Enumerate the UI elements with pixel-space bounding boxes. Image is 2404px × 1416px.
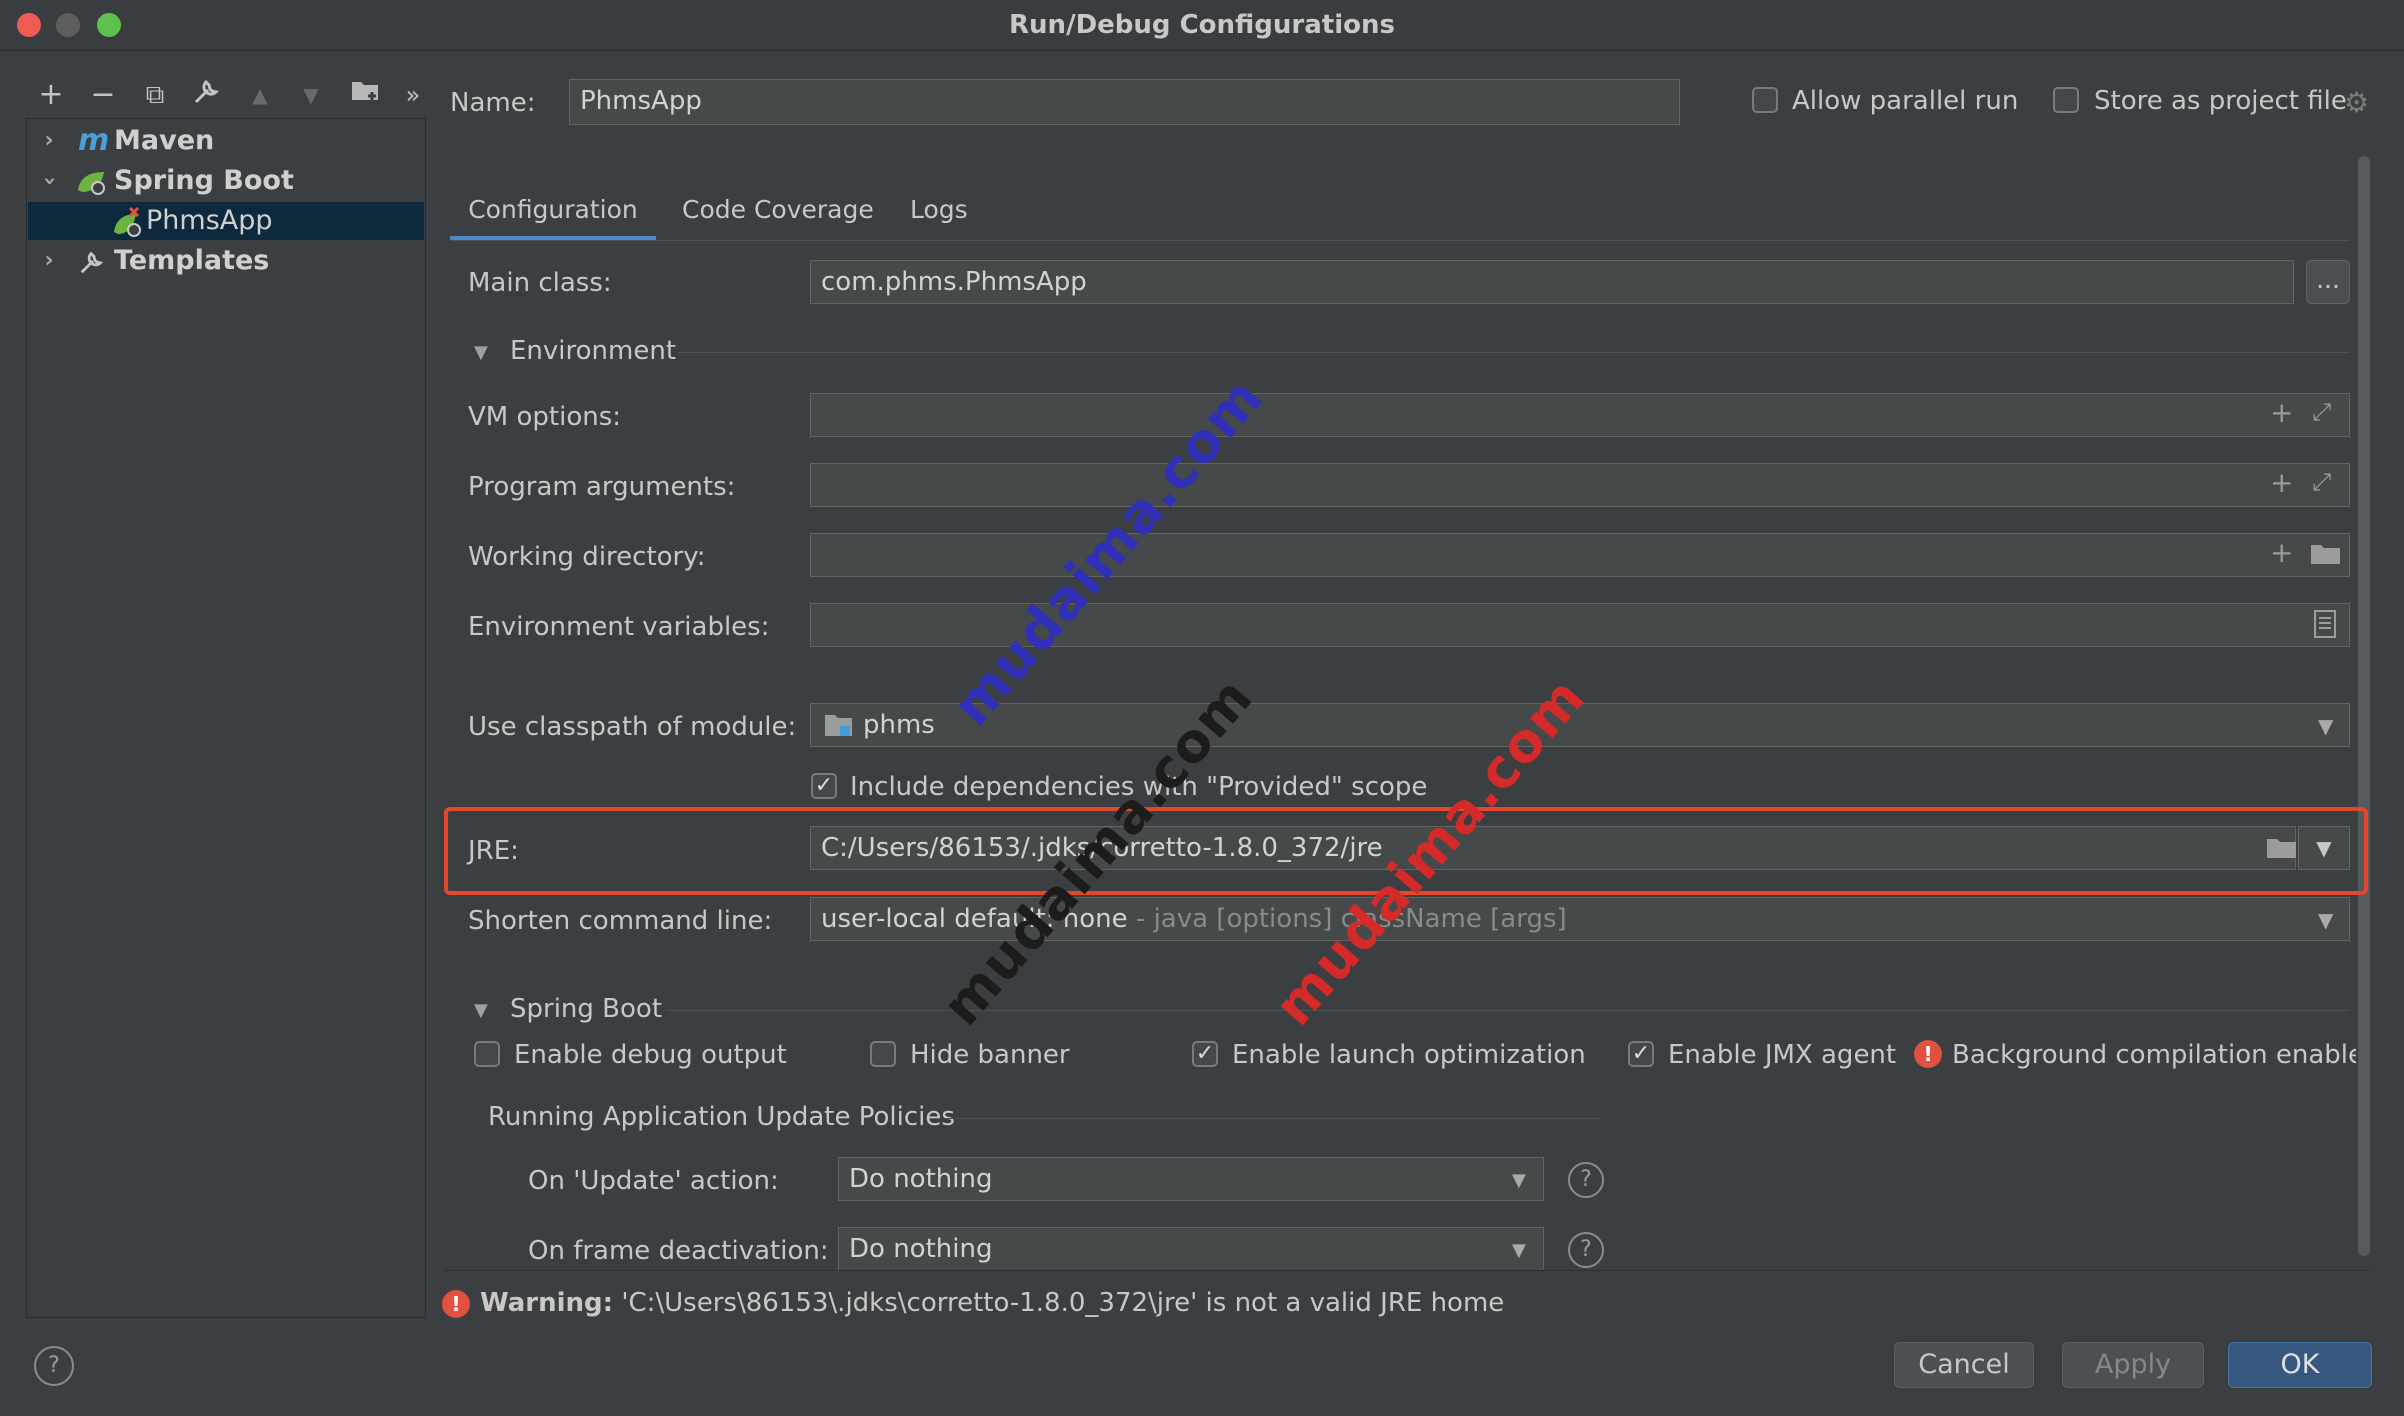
browse-main-class-button[interactable]: ... — [2306, 260, 2350, 304]
error-icon: ! — [1914, 1040, 1942, 1068]
expand-icon[interactable]: ⤢ — [2312, 398, 2331, 426]
include-dependencies-checkbox[interactable]: ✓ — [811, 773, 837, 799]
scrollbar[interactable] — [2358, 156, 2370, 1256]
classpath-module-label: Use classpath of module: — [468, 712, 797, 742]
tab-configuration[interactable]: Configuration — [450, 190, 656, 240]
update-policies-title: Running Application Update Policies — [488, 1102, 955, 1132]
chevron-right-icon: › — [44, 248, 54, 273]
title-bar: Run/Debug Configurations — [0, 0, 2404, 51]
debug-output-label: Enable debug output — [514, 1040, 787, 1070]
jmx-agent-label: Enable JMX agent — [1668, 1040, 1897, 1070]
tab-logs[interactable]: Logs — [910, 190, 968, 236]
window-title: Run/Debug Configurations — [1009, 10, 1395, 40]
tree-item-phmsapp[interactable]: PhmsApp — [28, 202, 424, 240]
launch-optimization-label: Enable launch optimization — [1232, 1040, 1586, 1070]
tree-item-label: Templates — [114, 245, 270, 276]
tree-item-spring-boot[interactable]: › Spring Boot — [37, 162, 418, 200]
cancel-button[interactable]: Cancel — [1894, 1342, 2034, 1388]
program-arguments-input[interactable] — [810, 463, 2350, 507]
working-directory-label: Working directory: — [468, 542, 706, 572]
update-action-label: On 'Update' action: — [528, 1166, 779, 1196]
store-project-label: Store as project file — [2094, 86, 2347, 116]
frame-deactivation-select[interactable]: Do nothing — [838, 1227, 1544, 1271]
bottom-divider — [444, 1270, 2370, 1271]
edit-defaults-icon[interactable] — [188, 76, 226, 114]
program-arguments-label: Program arguments: — [468, 472, 736, 502]
spring-boot-divider — [666, 1010, 2350, 1011]
chevron-down-icon[interactable]: ▼ — [1512, 1170, 1526, 1191]
launch-optimization-checkbox[interactable]: ✓ — [1192, 1041, 1218, 1067]
add-icon[interactable]: + — [32, 76, 70, 114]
jre-input[interactable]: C:/Users/86153/.jdks/corretto-1.8.0_372/… — [810, 826, 2296, 870]
tab-code-coverage[interactable]: Code Coverage — [682, 190, 874, 236]
collapse-triangle-icon[interactable]: ▼ — [474, 1000, 488, 1021]
more-icon[interactable]: » — [394, 76, 432, 114]
chevron-down-icon[interactable]: ▼ — [2318, 908, 2333, 932]
remove-icon[interactable]: − — [84, 76, 122, 114]
add-icon[interactable]: + — [2270, 396, 2293, 429]
tree-item-label: PhmsApp — [146, 205, 273, 236]
warning-bold: Warning: — [480, 1288, 614, 1318]
gear-icon[interactable]: ⚙ — [2344, 86, 2369, 119]
policies-divider — [946, 1118, 1600, 1119]
help-icon[interactable]: ? — [1568, 1162, 1604, 1198]
tree-item-label: Maven — [114, 125, 215, 156]
jmx-agent-checkbox[interactable]: ✓ — [1628, 1041, 1654, 1067]
jre-label: JRE: — [468, 836, 519, 866]
configuration-tree — [26, 118, 426, 1318]
vm-options-label: VM options: — [468, 402, 622, 432]
warning-icon: ! — [442, 1290, 470, 1318]
environment-divider — [678, 352, 2350, 353]
tree-item-label: Spring Boot — [114, 165, 294, 196]
shorten-command-label: Shorten command line: — [468, 906, 773, 936]
chevron-down-icon: › — [37, 176, 62, 186]
wrench-icon — [78, 248, 106, 287]
folder-icon[interactable] — [2266, 834, 2298, 867]
hide-banner-label: Hide banner — [910, 1040, 1070, 1070]
expand-icon[interactable]: ⤢ — [2312, 468, 2331, 496]
allow-parallel-checkbox[interactable] — [1752, 87, 1778, 113]
help-button[interactable]: ? — [34, 1346, 74, 1386]
name-label: Name: — [450, 88, 536, 118]
background-compilation-label: Background compilation enabled — [1952, 1040, 2356, 1070]
folder-icon[interactable] — [2310, 540, 2342, 573]
chevron-down-icon[interactable]: ▼ — [1512, 1240, 1526, 1261]
frame-deactivation-label: On frame deactivation: — [528, 1236, 829, 1266]
tree-item-templates[interactable]: › Templates — [38, 242, 418, 280]
name-input[interactable]: PhmsApp — [569, 79, 1680, 125]
working-directory-input[interactable] — [810, 533, 2350, 577]
add-icon[interactable]: + — [2270, 466, 2293, 499]
spring-boot-section-title: Spring Boot — [510, 994, 663, 1024]
warning-message: Warning: 'C:\Users\86153\.jdks\corretto-… — [480, 1288, 1504, 1318]
maven-icon: m — [78, 123, 110, 158]
chevron-down-icon[interactable]: ▼ — [2318, 714, 2333, 738]
move-down-icon[interactable]: ▼ — [292, 76, 330, 114]
move-up-icon[interactable]: ▲ — [241, 76, 279, 114]
hide-banner-checkbox[interactable] — [870, 1041, 896, 1067]
warning-text: 'C:\Users\86153\.jdks\corretto-1.8.0_372… — [613, 1288, 1505, 1318]
debug-output-checkbox[interactable] — [474, 1041, 500, 1067]
main-class-input[interactable]: com.phms.PhmsApp — [810, 260, 2294, 304]
ok-button[interactable]: OK — [2228, 1342, 2372, 1388]
add-icon[interactable]: + — [2270, 536, 2293, 569]
collapse-triangle-icon[interactable]: ▼ — [474, 342, 488, 363]
environment-variables-label: Environment variables: — [468, 612, 770, 642]
tab-divider — [450, 240, 2350, 241]
update-action-select[interactable]: Do nothing — [838, 1157, 1544, 1201]
copy-icon[interactable]: ⧉ — [136, 76, 174, 114]
module-folder-icon — [824, 712, 854, 744]
chevron-right-icon: › — [44, 128, 54, 153]
main-class-label: Main class: — [468, 268, 612, 298]
store-project-checkbox[interactable] — [2053, 87, 2079, 113]
vm-options-input[interactable] — [810, 393, 2350, 437]
document-icon[interactable] — [2314, 610, 2336, 645]
jre-dropdown-button[interactable]: ▼ — [2298, 826, 2350, 870]
tree-item-maven[interactable]: › m Maven — [38, 122, 418, 160]
apply-button[interactable]: Apply — [2062, 1342, 2204, 1388]
folder-add-icon[interactable] — [346, 76, 384, 114]
allow-parallel-label: Allow parallel run — [1792, 86, 2019, 116]
help-icon[interactable]: ? — [1568, 1232, 1604, 1268]
environment-section-title: Environment — [510, 336, 677, 366]
